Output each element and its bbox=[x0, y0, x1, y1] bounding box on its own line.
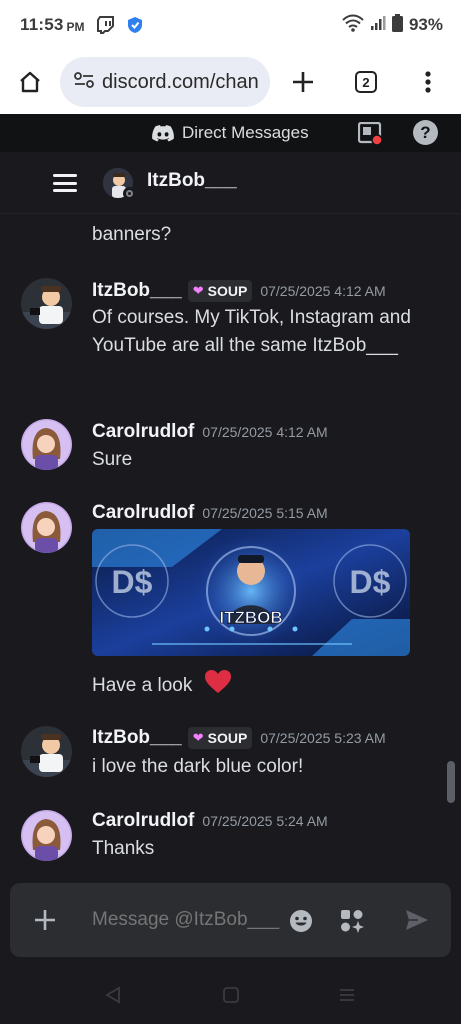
inbox-icon bbox=[357, 121, 383, 146]
help-icon[interactable]: ? bbox=[413, 120, 438, 145]
message-text: Of courses. My TikTok, Instagram and You… bbox=[92, 307, 411, 356]
status-time: 11:53 bbox=[20, 15, 64, 34]
message-timestamp: 07/25/2025 5:15 AM bbox=[202, 505, 328, 521]
banner-title: ITZBOB bbox=[219, 608, 282, 627]
message-input[interactable] bbox=[92, 909, 292, 931]
inbox-button[interactable] bbox=[357, 121, 384, 151]
home-button[interactable] bbox=[0, 50, 60, 114]
emoji-icon bbox=[290, 910, 312, 932]
server-tag-badge[interactable]: ❤ SOUP bbox=[187, 727, 253, 749]
banner-image-attachment[interactable]: D$ D$ ITZBOB bbox=[92, 529, 410, 656]
message-text-content: Have a look bbox=[92, 675, 193, 697]
server-tag-badge[interactable]: ❤ SOUP bbox=[187, 280, 253, 302]
server-tag-label: SOUP bbox=[207, 730, 248, 746]
battery-percent: 93% bbox=[408, 15, 443, 34]
shield-icon bbox=[127, 16, 143, 34]
browser-toolbar: discord.com/chan 2 bbox=[0, 50, 461, 114]
banner-left-logo: D$ bbox=[112, 564, 153, 600]
address-bar[interactable]: discord.com/chan bbox=[60, 57, 270, 107]
new-tab-button[interactable] bbox=[272, 50, 334, 114]
emoji-button[interactable] bbox=[289, 909, 313, 938]
avatar[interactable] bbox=[21, 502, 72, 553]
message-timestamp: 07/25/2025 5:23 AM bbox=[260, 730, 386, 746]
channel-name: ItzBob___ bbox=[147, 170, 237, 191]
home-nav-icon[interactable] bbox=[222, 986, 240, 1009]
message-timestamp: 07/25/2025 4:12 AM bbox=[202, 424, 328, 440]
back-nav-icon[interactable] bbox=[104, 986, 122, 1009]
home-icon bbox=[20, 71, 40, 93]
tab-count: 2 bbox=[362, 74, 370, 90]
message-text: i love the dark blue color! bbox=[92, 756, 304, 777]
message-author[interactable]: ItzBob___ bbox=[92, 727, 182, 749]
message-text: Have a look bbox=[92, 669, 412, 703]
new-tab-icon bbox=[293, 72, 313, 92]
server-tag-label: SOUP bbox=[207, 283, 248, 299]
recents-nav-icon[interactable] bbox=[338, 986, 356, 1009]
message-list[interactable]: banners? ItzBob___ ❤ SOUP 07/25/2025 4:1… bbox=[0, 215, 461, 880]
hamburger-menu-icon[interactable] bbox=[53, 174, 77, 192]
offline-status-icon bbox=[123, 187, 136, 200]
dm-title: Direct Messages bbox=[182, 123, 309, 142]
message-timestamp: 07/25/2025 4:12 AM bbox=[260, 283, 386, 299]
continued-message-text: banners? bbox=[92, 224, 172, 245]
heart-icon: ❤ bbox=[192, 730, 204, 745]
apps-icon bbox=[341, 910, 364, 933]
send-icon bbox=[406, 910, 428, 930]
composer-area bbox=[0, 880, 461, 966]
heart-icon: ❤ bbox=[192, 283, 204, 298]
channel-header: ItzBob___ bbox=[0, 152, 461, 214]
message-author[interactable]: ItzBob___ bbox=[92, 280, 182, 302]
scrollbar-thumb[interactable] bbox=[447, 761, 455, 803]
status-bar: 11:53 PM 93% bbox=[0, 0, 461, 50]
message-composer bbox=[10, 883, 451, 957]
url-text: discord.com/chan bbox=[102, 70, 259, 93]
wifi-icon bbox=[342, 14, 364, 37]
plus-icon bbox=[35, 910, 55, 930]
signal-icon bbox=[370, 15, 386, 36]
add-attachment-button[interactable] bbox=[32, 907, 58, 938]
message-author[interactable]: Carolrudlof bbox=[92, 421, 194, 443]
message-author[interactable]: Carolrudlof bbox=[92, 502, 194, 524]
avatar[interactable] bbox=[21, 419, 72, 470]
tabs-button[interactable]: 2 bbox=[334, 50, 398, 114]
battery-icon bbox=[391, 13, 403, 37]
message-text: Thanks bbox=[92, 838, 155, 859]
message-author[interactable]: Carolrudlof bbox=[92, 810, 194, 832]
status-ampm: PM bbox=[66, 19, 85, 34]
avatar[interactable] bbox=[21, 278, 72, 329]
menu-icon bbox=[425, 71, 431, 93]
menu-button[interactable] bbox=[398, 50, 458, 114]
message-text: Sure bbox=[92, 449, 133, 470]
avatar[interactable] bbox=[21, 810, 72, 861]
red-heart-emoji-icon bbox=[204, 669, 232, 703]
avatar[interactable] bbox=[21, 726, 72, 777]
apps-button[interactable] bbox=[339, 908, 365, 939]
discord-logo-icon bbox=[152, 124, 174, 141]
message-timestamp: 07/25/2025 5:24 AM bbox=[202, 813, 328, 829]
tabs-icon: 2 bbox=[355, 71, 377, 93]
banner-right-logo: D$ bbox=[350, 564, 391, 600]
twitch-icon bbox=[96, 16, 115, 34]
discord-top-bar: Direct Messages ? bbox=[0, 114, 461, 152]
site-settings-icon[interactable] bbox=[74, 71, 94, 94]
system-nav-bar bbox=[0, 966, 461, 1024]
send-button[interactable] bbox=[404, 908, 430, 937]
